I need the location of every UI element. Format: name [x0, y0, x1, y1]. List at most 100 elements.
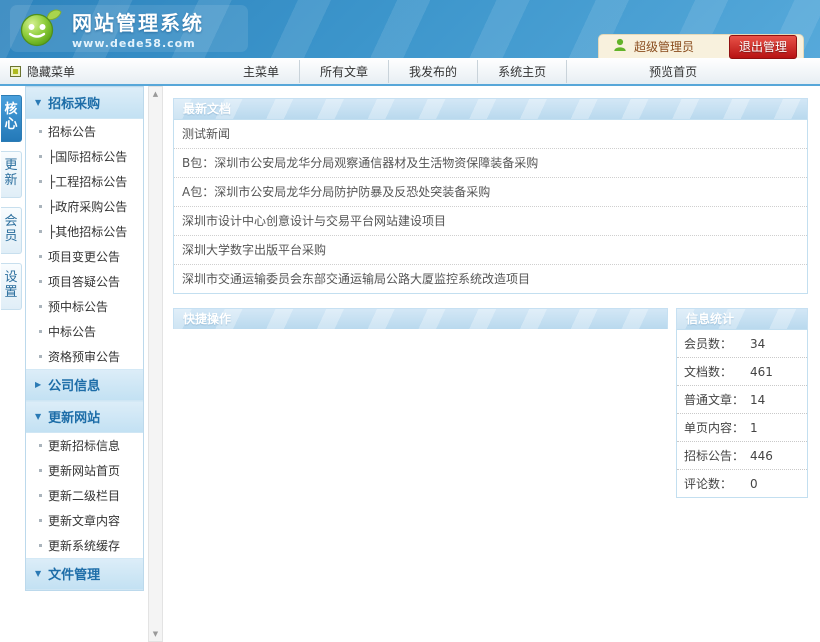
- sidebar-item-label: 资格预审公告: [48, 348, 120, 365]
- main-area: 最新文档 测试新闻B包：深圳市公安局龙华分局观察通信器材及生活物资保障装备采购A…: [163, 86, 820, 498]
- sidebar-section-label: 招标采购: [48, 93, 100, 112]
- sidebar-item-label: 项目变更公告: [48, 248, 120, 265]
- sidebar-item[interactable]: 中标公告: [26, 319, 143, 344]
- sidebar-item-label: 招标公告: [48, 123, 96, 140]
- bullet-icon: [39, 355, 42, 358]
- sidebar-item[interactable]: ├政府采购公告: [26, 194, 143, 219]
- stat-value: 461: [750, 365, 773, 379]
- sidebar-menu: ▼ 招标采购招标公告 ├国际招标公告 ├工程招标公告 ├政府采购公告 ├其他招标公告项目变…: [25, 86, 144, 591]
- sidebar-item[interactable]: 预中标公告: [26, 294, 143, 319]
- doc-link[interactable]: 深圳大学数字出版平台采购: [174, 236, 807, 265]
- bullet-icon: [39, 494, 42, 497]
- stat-value: 446: [750, 449, 773, 463]
- app-header: 网站管理系统 www.dede58.com 超级管理员 退出管理: [0, 0, 820, 58]
- stat-label: 普通文章：: [684, 391, 750, 408]
- doc-link[interactable]: 测试新闻: [174, 120, 807, 149]
- quick-actions-header: 快捷操作: [173, 308, 668, 329]
- module-tab[interactable]: 核心: [1, 95, 22, 142]
- sidebar-scrollbar[interactable]: ▲ ▼: [148, 86, 163, 642]
- stat-label: 评论数：: [684, 475, 750, 492]
- sidebar-item-label: ├国际招标公告: [48, 148, 127, 165]
- sidebar-item[interactable]: 更新二级栏目: [26, 483, 143, 508]
- bullet-icon: [39, 180, 42, 183]
- doc-link[interactable]: A包：深圳市公安局龙华分局防护防暴及反恐处突装备采购: [174, 178, 807, 207]
- stat-row: 招标公告： 446: [677, 442, 807, 470]
- sidebar-item[interactable]: ├其他招标公告: [26, 219, 143, 244]
- stat-label: 招标公告：: [684, 447, 750, 464]
- app-title: 网站管理系统: [72, 7, 204, 36]
- user-icon: [613, 37, 627, 56]
- stat-value: 1: [750, 421, 758, 435]
- sidebar-item[interactable]: 更新文章内容: [26, 508, 143, 533]
- sidebar-item-label: 预中标公告: [48, 298, 108, 315]
- doc-link[interactable]: B包：深圳市公安局龙华分局观察通信器材及生活物资保障装备采购: [174, 149, 807, 178]
- top-menu-item[interactable]: 预览首页: [629, 60, 717, 83]
- sidebar-item-label: 更新系统缓存: [48, 537, 120, 554]
- sidebar-section-header[interactable]: ▼文件管理: [26, 558, 143, 590]
- stat-row: 会员数： 34: [677, 330, 807, 358]
- stat-label: 会员数：: [684, 335, 750, 352]
- bottom-row: 快捷操作 信息统计 会员数： 34 文档数：: [173, 308, 808, 498]
- stat-label: 文档数：: [684, 363, 750, 380]
- stat-value: 14: [750, 393, 765, 407]
- hide-menu-icon: [10, 66, 21, 77]
- sidebar-item[interactable]: 招标公告: [26, 119, 143, 144]
- top-menu-item[interactable]: 系统主页: [478, 60, 567, 83]
- triangle-right-icon: ▶: [35, 380, 41, 389]
- sidebar-item[interactable]: 项目答疑公告: [26, 269, 143, 294]
- module-tab[interactable]: 会员: [1, 207, 22, 254]
- sidebar-item[interactable]: 更新招标信息: [26, 433, 143, 458]
- latest-docs-list: 测试新闻B包：深圳市公安局龙华分局观察通信器材及生活物资保障装备采购A包：深圳市…: [173, 119, 808, 294]
- sidebar-item-label: 更新二级栏目: [48, 487, 120, 504]
- sidebar-section-header[interactable]: ▼ 招标采购: [26, 87, 143, 119]
- sidebar-item[interactable]: 更新系统缓存: [26, 533, 143, 558]
- scroll-up-icon[interactable]: ▲: [149, 87, 162, 101]
- hide-menu-label: 隐藏菜单: [27, 63, 75, 80]
- doc-link[interactable]: 深圳市交通运输委员会东部交通运输局公路大厦监控系统改造项目: [174, 265, 807, 293]
- sidebar-item[interactable]: ├工程招标公告: [26, 169, 143, 194]
- triangle-down-icon: ▼: [35, 569, 41, 578]
- sidebar-section-header[interactable]: ▶ 公司信息: [26, 369, 143, 401]
- sidebar-item-label: 中标公告: [48, 323, 96, 340]
- bullet-icon: [39, 205, 42, 208]
- sidebar-section-label: 公司信息: [48, 375, 100, 394]
- module-tab[interactable]: 更新: [1, 151, 22, 198]
- stat-row: 单页内容： 1: [677, 414, 807, 442]
- content-area: 核心更新会员设置 ▼ 招标采购招标公告 ├国际招标公告 ├工程招标公告 ├政府采购公告 ├…: [0, 86, 820, 642]
- bullet-icon: [39, 280, 42, 283]
- bullet-icon: [39, 519, 42, 522]
- stat-row: 文档数： 461: [677, 358, 807, 386]
- top-menu-item[interactable]: 我发布的: [389, 60, 478, 83]
- triangle-down-icon: ▼: [35, 98, 41, 107]
- stat-row: 评论数： 0: [677, 470, 807, 497]
- latest-docs-header: 最新文档: [173, 98, 808, 119]
- sidebar-item-label: ├工程招标公告: [48, 173, 127, 190]
- sidebar-item-label: 项目答疑公告: [48, 273, 120, 290]
- sidebar-item-label: ├其他招标公告: [48, 223, 127, 240]
- top-menu-item[interactable]: 主菜单: [223, 60, 300, 83]
- triangle-down-icon: ▼: [35, 412, 41, 421]
- sidebar-item[interactable]: ├国际招标公告: [26, 144, 143, 169]
- sidebar-item-label: ├政府采购公告: [48, 198, 127, 215]
- sidebar-item[interactable]: 资格预审公告: [26, 344, 143, 369]
- menu-bar: 隐藏菜单 主菜单所有文章我发布的系统主页 预览首页: [0, 58, 820, 86]
- doc-link[interactable]: 深圳市设计中心创意设计与交易平台网站建设项目: [174, 207, 807, 236]
- top-menu-item[interactable]: 所有文章: [300, 60, 389, 83]
- sidebar-section-header[interactable]: ▼ 更新网站: [26, 401, 143, 433]
- sidebar-item[interactable]: 更新网站首页: [26, 458, 143, 483]
- user-bar: 超级管理员 退出管理: [598, 34, 804, 58]
- hide-menu-toggle[interactable]: 隐藏菜单: [10, 63, 75, 80]
- stat-row: 普通文章： 14: [677, 386, 807, 414]
- module-tab[interactable]: 设置: [1, 263, 22, 310]
- smiley-logo-icon: [20, 6, 62, 52]
- sidebar-item-label: 更新网站首页: [48, 462, 120, 479]
- bullet-icon: [39, 130, 42, 133]
- app-subtitle: www.dede58.com: [72, 37, 204, 50]
- logout-button[interactable]: 退出管理: [729, 35, 797, 59]
- module-tab-strip: 核心更新会员设置: [0, 86, 23, 310]
- scroll-down-icon[interactable]: ▼: [149, 627, 162, 641]
- current-user-label: 超级管理员: [634, 38, 694, 55]
- sidebar-item-label: 更新招标信息: [48, 437, 120, 454]
- sidebar-item[interactable]: 项目变更公告: [26, 244, 143, 269]
- sidebar-section-label: 更新网站: [48, 407, 100, 426]
